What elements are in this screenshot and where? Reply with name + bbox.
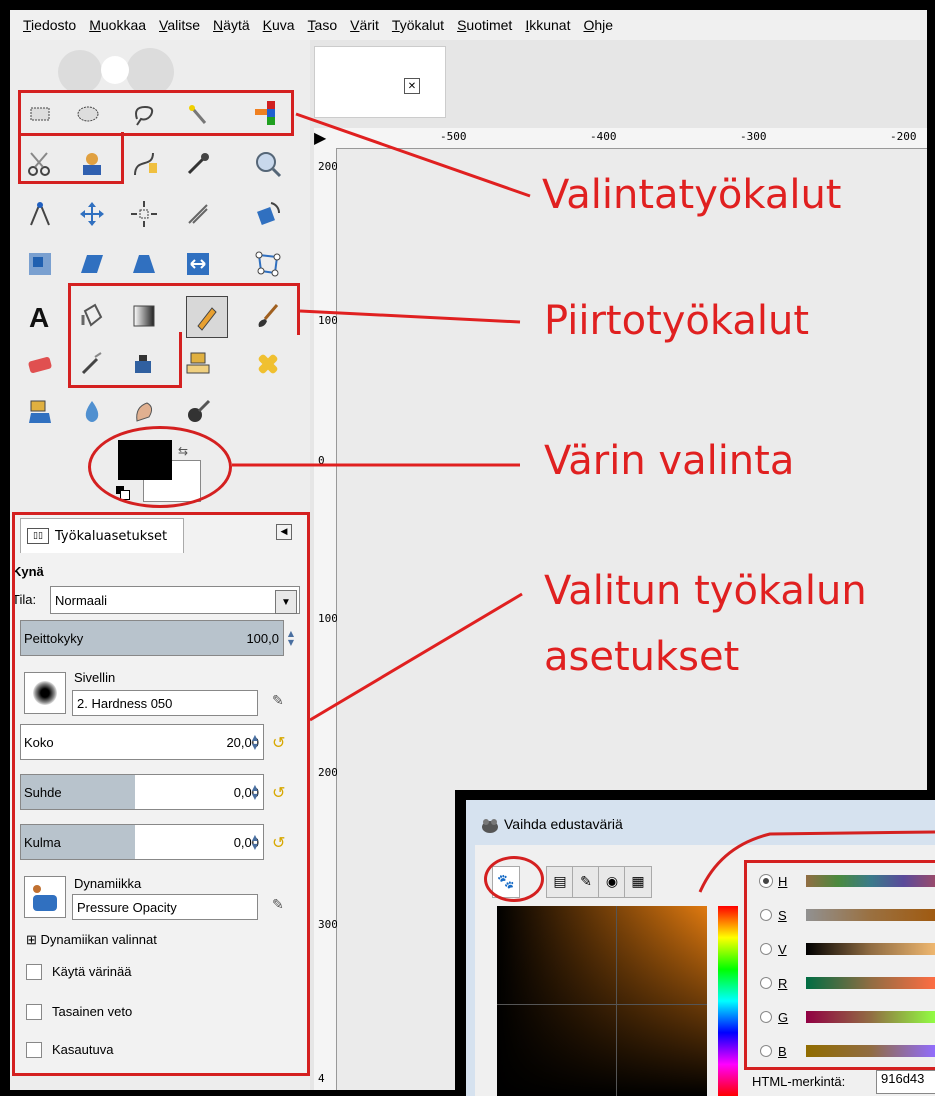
channel-s-label: S: [778, 907, 787, 923]
tab-cmyk-selector[interactable]: ▤: [546, 866, 574, 898]
channel-h[interactable]: H: [760, 870, 935, 892]
tab-wheel-selector[interactable]: ◉: [598, 866, 626, 898]
channel-g[interactable]: G: [760, 1006, 935, 1028]
annotation-color-select: Värin valinta: [544, 438, 795, 484]
channel-b-bar[interactable]: [806, 1045, 935, 1057]
channel-g-bar[interactable]: [806, 1011, 935, 1023]
channel-r[interactable]: R: [760, 972, 935, 994]
channel-h-label: H: [778, 873, 788, 889]
annotation-tool-options-line1: Valitun työkalun: [544, 568, 867, 614]
channel-g-label: G: [778, 1009, 789, 1025]
gimp-selector-highlight: [484, 856, 544, 902]
channel-v[interactable]: V: [760, 938, 935, 960]
annotation-paint-tools: Piirtotyökalut: [544, 298, 810, 344]
channel-h-bar[interactable]: [806, 875, 935, 887]
channel-s[interactable]: S: [760, 904, 935, 926]
channel-s-bar[interactable]: [806, 909, 935, 921]
annotation-selection-tools: Valintatyökalut: [542, 172, 842, 218]
html-notation-input[interactable]: 916d43: [876, 1070, 935, 1094]
hue-strip[interactable]: [718, 906, 738, 1096]
gradient-crosshair-h: [497, 1004, 707, 1005]
tab-palette-selector[interactable]: ▦: [624, 866, 652, 898]
color-dialog-title: Vaihda edustaväriä: [504, 816, 623, 832]
channel-r-bar[interactable]: [806, 977, 935, 989]
channel-v-label: V: [778, 941, 787, 957]
gimp-icon: [480, 816, 500, 834]
radio-g[interactable]: [760, 1011, 772, 1023]
annotation-tool-options-line2: asetukset: [544, 634, 740, 680]
channel-v-bar[interactable]: [806, 943, 935, 955]
color-gradient-area[interactable]: [497, 906, 707, 1096]
gradient-crosshair-v: [616, 906, 617, 1096]
radio-v[interactable]: [760, 943, 772, 955]
radio-r[interactable]: [760, 977, 772, 989]
channel-r-label: R: [778, 975, 788, 991]
html-notation-label: HTML-merkintä:: [752, 1074, 846, 1089]
tab-watercolor-selector[interactable]: ✎: [572, 866, 600, 898]
channel-b-label: B: [778, 1043, 787, 1059]
radio-h[interactable]: [760, 875, 772, 887]
channel-b[interactable]: B: [760, 1040, 935, 1062]
radio-b[interactable]: [760, 1045, 772, 1057]
radio-s[interactable]: [760, 909, 772, 921]
